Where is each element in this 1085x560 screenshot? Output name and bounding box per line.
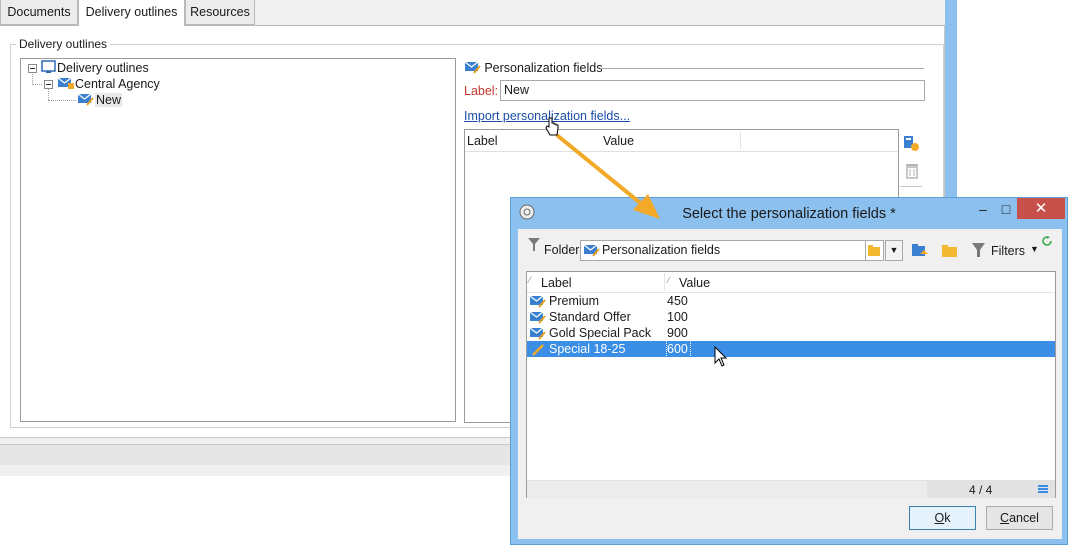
list-header: ⁄ Label ⁄ Value	[527, 272, 1055, 293]
folder-icon	[868, 245, 880, 256]
tree-label: Delivery outlines	[57, 61, 149, 75]
filter-icon	[528, 238, 540, 251]
trash-icon[interactable]	[905, 162, 919, 179]
tree-panel[interactable]: Delivery outlines Central Agency New	[20, 58, 456, 422]
column-divider	[664, 273, 665, 291]
menu-icon[interactable]	[1038, 484, 1048, 494]
filters-button[interactable]: Filters	[991, 244, 1025, 258]
tree-label: New	[95, 93, 123, 107]
envelope-wrench-icon	[77, 93, 94, 106]
tree-item-delivery-outlines[interactable]: Delivery outlines	[41, 60, 149, 76]
record-count: 4 / 4	[969, 483, 993, 497]
list-footer: 4 / 4	[527, 480, 1055, 498]
new-field-icon[interactable]	[903, 134, 919, 152]
refresh-icon[interactable]	[1042, 236, 1053, 247]
section-divider	[600, 68, 924, 69]
folder-caption: Folder:	[544, 243, 583, 257]
column-label[interactable]: Label	[541, 276, 572, 290]
list-item[interactable]: Gold Special Pack 900	[527, 325, 1055, 341]
list-item-selected[interactable]: Special 18-25 600	[527, 340, 1055, 358]
item-label: Gold Special Pack	[549, 326, 652, 340]
grid-header: Label Value	[465, 130, 898, 152]
column-label[interactable]: Label	[467, 134, 498, 148]
folder-up-icon[interactable]	[911, 242, 929, 259]
tab-delivery-outlines[interactable]: Delivery outlines	[78, 0, 185, 26]
tab-bar: Documents Delivery outlines Resources	[0, 0, 945, 26]
tree-collapse-central-agency[interactable]	[44, 80, 53, 89]
item-label: Standard Offer	[549, 310, 631, 324]
tab-resources[interactable]: Resources	[185, 0, 255, 25]
folder-browse-button[interactable]	[866, 240, 884, 261]
chevron-down-icon[interactable]: ▼	[1030, 244, 1039, 254]
item-label: Premium	[549, 294, 600, 308]
tree-label: Central Agency	[75, 77, 160, 91]
item-value: 900	[667, 326, 688, 340]
arrow-cursor-icon	[714, 346, 728, 367]
tree-collapse-root[interactable]	[28, 64, 37, 73]
ok-button[interactable]: Ok	[909, 506, 976, 530]
tree-item-new[interactable]: New	[77, 92, 123, 108]
wrench-icon	[532, 344, 544, 356]
tree-line	[48, 100, 76, 101]
column-value[interactable]: Value	[679, 276, 710, 290]
tree-line	[32, 71, 33, 85]
envelope-wrench-icon	[529, 295, 546, 308]
chevron-down-icon[interactable]: ▼	[885, 240, 903, 261]
envelope-wrench-icon	[57, 77, 74, 89]
section-title: Personalization fields	[484, 61, 603, 75]
item-value: 450	[667, 294, 688, 308]
label-input[interactable]: New	[500, 80, 925, 101]
close-icon[interactable]: ✕	[1017, 198, 1065, 219]
envelope-wrench-icon	[583, 244, 600, 257]
envelope-wrench-icon	[464, 61, 481, 74]
hand-cursor-icon	[545, 117, 559, 136]
folder-input[interactable]: Personalization fields	[580, 240, 866, 261]
item-value: 600	[666, 340, 691, 358]
envelope-wrench-icon	[529, 311, 546, 324]
delivery-outlines-icon	[41, 60, 56, 73]
folder-icon[interactable]	[941, 242, 959, 259]
tab-documents[interactable]: Documents	[0, 0, 78, 25]
fields-list[interactable]: ⁄ Label ⁄ Value Premium 450 Standard Off…	[526, 271, 1056, 498]
sort-icon: ⁄	[668, 275, 670, 285]
group-title: Delivery outlines	[16, 37, 111, 51]
list-item[interactable]: Premium 450	[527, 293, 1055, 309]
toolbar-divider	[900, 186, 922, 187]
filter-icon[interactable]	[972, 243, 986, 258]
label-caption: Label:	[464, 84, 499, 98]
cancel-button[interactable]: Cancel	[986, 506, 1053, 530]
column-divider	[740, 132, 741, 149]
list-item[interactable]: Standard Offer 100	[527, 309, 1055, 325]
item-label: Special 18-25	[549, 342, 626, 356]
envelope-wrench-icon	[529, 327, 546, 340]
tree-item-central-agency[interactable]: Central Agency	[57, 76, 160, 92]
sort-icon: ⁄	[529, 275, 531, 285]
personalization-fields-header: Personalization fields	[464, 60, 602, 75]
item-value: 100	[667, 310, 688, 324]
tree-line	[32, 84, 42, 85]
